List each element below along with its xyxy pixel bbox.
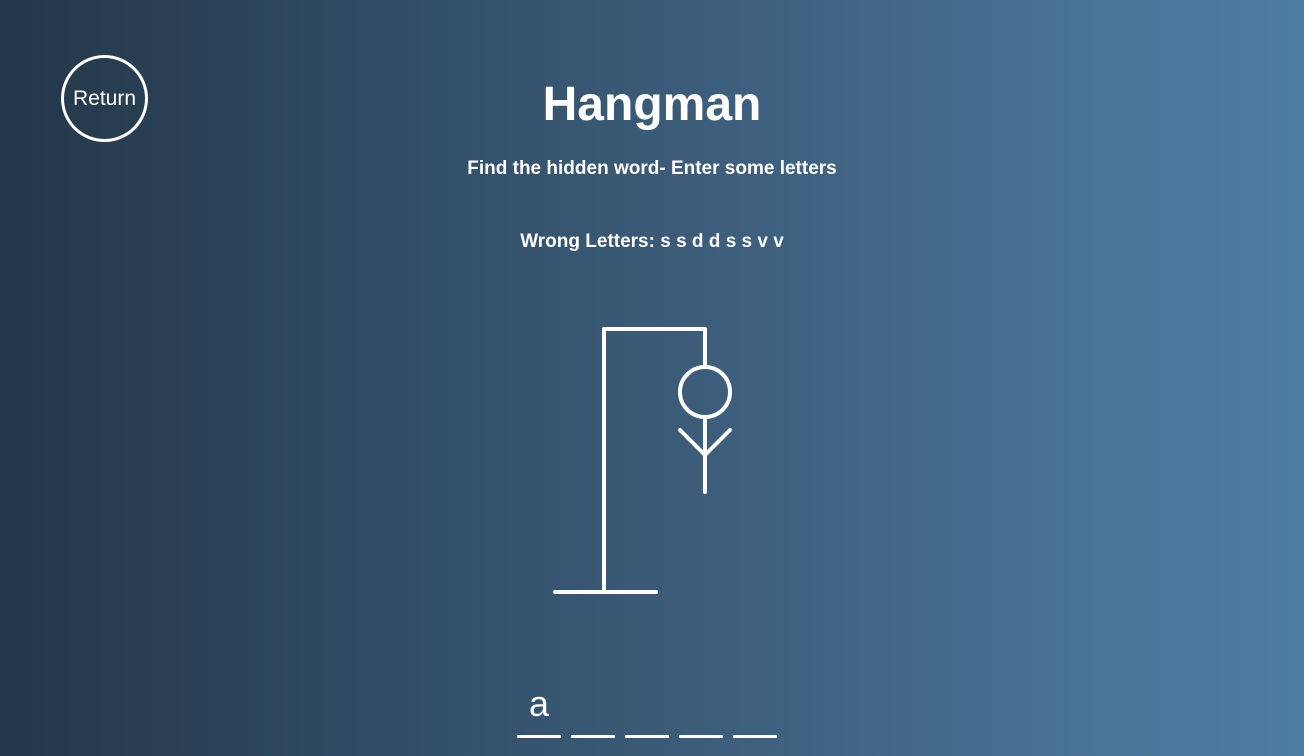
letter-slot [733, 680, 777, 738]
letter-slot [679, 680, 723, 738]
letter-slot [571, 680, 615, 738]
hangman-head [678, 365, 732, 419]
hidden-word: a [517, 680, 777, 738]
hangman-figure [553, 327, 732, 594]
letter-slot [625, 680, 669, 738]
letter-slot: a [517, 680, 561, 738]
hangman-right-arm [703, 428, 732, 457]
hangman-left-arm [678, 428, 707, 457]
